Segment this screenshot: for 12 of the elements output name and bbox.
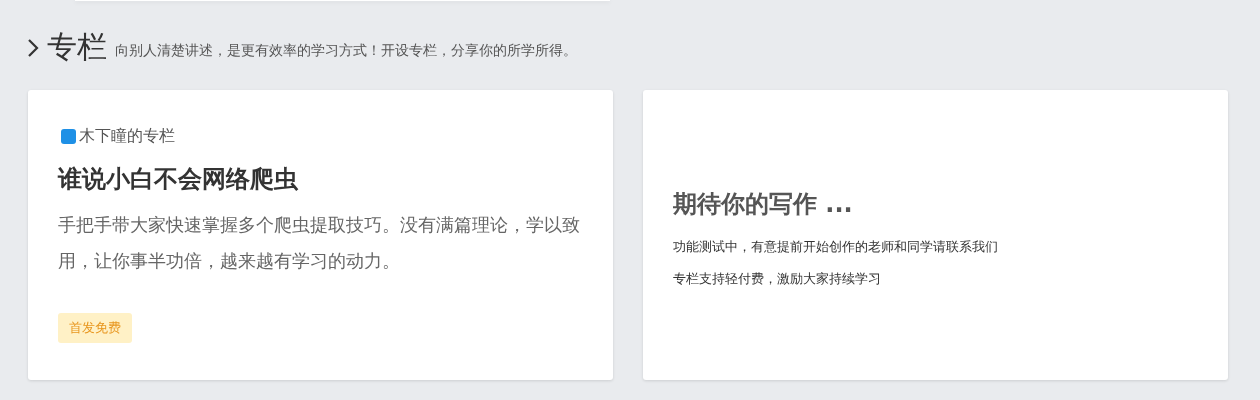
free-tag: 首发免费: [58, 313, 132, 343]
chevron-right-icon[interactable]: [27, 38, 39, 58]
invite-title: 期待你的写作 ...: [673, 189, 854, 220]
section-subtitle: 向别人清楚讲述，是更有效率的学习方式！开设专栏，分享你的所学所得。: [115, 42, 577, 60]
column-icon: [61, 129, 76, 144]
section-title: 专栏: [47, 29, 107, 65]
column-description: 手把手带大家快速掌握多个爬虫提取技巧。没有满篇理论，学以致用，让你事半功倍，越来越有学习的动力。: [58, 213, 581, 273]
column-title: 谁说小白不会网络爬虫: [58, 164, 299, 195]
column-card[interactable]: 木下瞳的专栏 谁说小白不会网络爬虫 手把手带大家快速掌握多个爬虫提取技巧。没有满篇理论，学以致用，让你事半功倍，越来越有学习的动力。 首发免费: [28, 90, 613, 380]
invite-text: 功能测试中，有意提前开始创作的老师和同学请联系我们: [673, 238, 999, 256]
invite-text: 专栏支持轻付费，激励大家持续学习: [673, 270, 882, 288]
column-name: 木下瞳的专栏: [79, 126, 175, 147]
